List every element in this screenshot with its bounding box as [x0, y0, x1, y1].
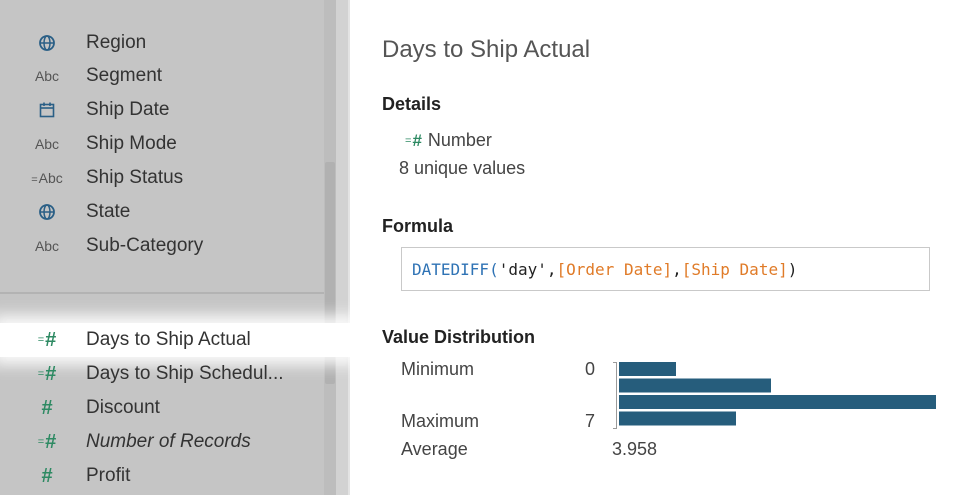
formula-heading: Formula [382, 216, 454, 236]
distribution-histogram [613, 362, 936, 429]
scrollbar[interactable] [324, 0, 336, 495]
field-days-to-ship-actual[interactable]: =# Days to Ship Actual [0, 324, 324, 356]
average-label: Average [401, 439, 468, 459]
details-heading: Details [382, 94, 442, 114]
field-label: Ship Mode [86, 133, 177, 154]
number-icon: # [41, 464, 53, 487]
field-ship-status[interactable]: =Abc Ship Status [0, 162, 324, 194]
field-label: Days to Ship Actual [86, 329, 251, 350]
abc-icon: Abc [34, 238, 60, 254]
field-label: State [86, 201, 131, 222]
maximum-value: 7 [585, 411, 596, 431]
field-days-to-ship-scheduled[interactable]: =# Days to Ship Schedul... [0, 358, 324, 390]
number-icon: # [41, 396, 53, 419]
globe-icon [0, 203, 86, 221]
section-divider [0, 292, 324, 294]
formula-argument: 'day' [498, 259, 547, 279]
panel-title: Days to Ship Actual [382, 36, 591, 63]
data-type-label: Number [427, 130, 492, 150]
histogram-bar [619, 378, 771, 393]
calc-number-icon: =# [405, 130, 422, 150]
histogram-bar [619, 362, 676, 376]
field-number-of-records[interactable]: =# Number of Records [0, 426, 324, 458]
calendar-icon [0, 102, 86, 118]
formula-function: DATEDIFF( [412, 259, 499, 279]
formula-comma: , [546, 259, 557, 279]
globe-icon [0, 34, 86, 52]
calc-number-icon: =# [37, 430, 57, 453]
field-ship-mode[interactable]: Abc Ship Mode [0, 128, 324, 160]
field-profit[interactable]: # Profit [0, 460, 324, 492]
minimum-value: 0 [585, 359, 596, 379]
histogram-bar [619, 411, 736, 426]
formula-field-ship-date: [Ship Date] [681, 259, 788, 279]
calc-number-icon: =# [37, 328, 57, 351]
pane-splitter[interactable] [336, 0, 348, 495]
field-segment[interactable]: Abc Segment [0, 60, 324, 92]
unique-values-count: 8 unique values [399, 158, 526, 178]
data-type: =# Number [405, 130, 492, 151]
maximum-label: Maximum [401, 411, 480, 431]
field-label: Profit [86, 465, 131, 486]
field-label: Ship Status [86, 167, 184, 188]
histogram-bar [619, 395, 936, 409]
field-details-panel: Days to Ship Actual Details =# Number 8 … [350, 0, 956, 495]
formula-field-order-date: [Order Date] [556, 259, 673, 279]
field-label: Region [86, 32, 147, 53]
formula-close-paren: ) [787, 259, 798, 279]
field-label: Discount [86, 397, 160, 418]
calc-abc-icon: =Abc [31, 170, 63, 186]
value-distribution-heading: Value Distribution [382, 327, 536, 347]
field-state[interactable]: State [0, 196, 324, 228]
calc-number-icon: =# [37, 362, 57, 385]
field-ship-date[interactable]: Ship Date [0, 94, 324, 126]
field-region[interactable]: Region [0, 27, 324, 59]
field-label: Days to Ship Schedul... [86, 363, 284, 384]
field-label: Sub-Category [86, 235, 204, 256]
field-label: Ship Date [86, 99, 170, 120]
field-label: Number of Records [86, 431, 251, 452]
formula-comma: , [672, 259, 682, 279]
abc-icon: Abc [34, 68, 60, 84]
field-discount[interactable]: # Discount [0, 392, 324, 424]
field-sub-category[interactable]: Abc Sub-Category [0, 230, 324, 262]
abc-icon: Abc [34, 136, 60, 152]
formula-box: DATEDIFF('day', [Order Date], [Ship Date]) [401, 247, 930, 291]
field-label: Segment [86, 65, 163, 86]
minimum-label: Minimum [401, 359, 475, 379]
average-value: 3.958 [612, 439, 658, 459]
